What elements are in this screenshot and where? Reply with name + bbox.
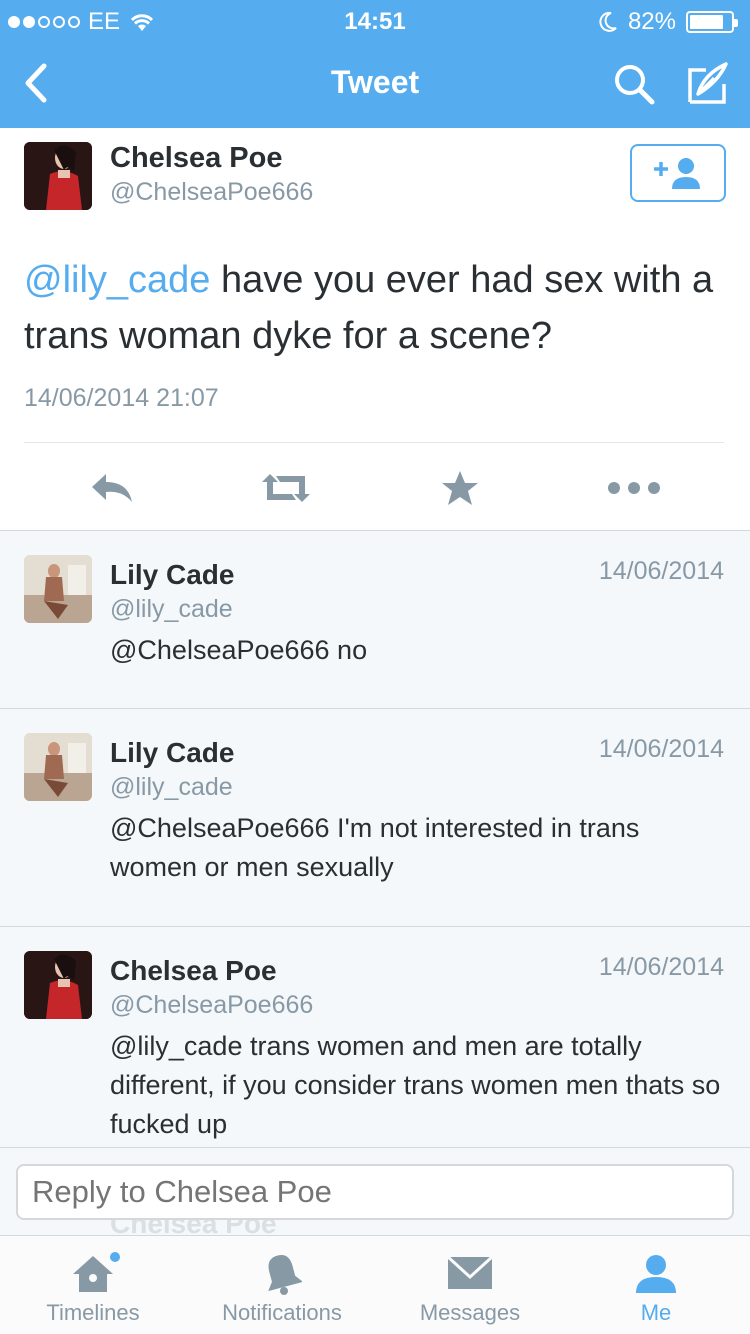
reply-button[interactable]	[82, 466, 142, 510]
avatar[interactable]	[24, 142, 92, 210]
reply-tweet[interactable]: Lily Cade @lily_cade 14/06/2014 @Chelsea…	[0, 709, 750, 927]
tweet-timestamp: 14/06/2014	[598, 735, 724, 763]
avatar-image	[24, 951, 92, 1019]
author-handle[interactable]: @lily_cade	[110, 595, 233, 624]
mention-link[interactable]: @lily_cade	[24, 259, 210, 301]
author-name[interactable]: Lily Cade	[110, 737, 234, 769]
reply-input[interactable]	[16, 1164, 734, 1220]
tweet-text: @lily_cade trans women and men are total…	[110, 1031, 721, 1139]
moon-icon	[599, 11, 617, 32]
follow-button[interactable]	[630, 144, 726, 202]
author-name[interactable]: Chelsea Poe	[110, 142, 282, 175]
battery-percent: 82%	[627, 8, 676, 35]
top-bar: EE 14:51 82% Tweet	[0, 0, 750, 128]
tab-bar: Timelines Notifications Messages Me	[0, 1235, 750, 1334]
status-bar: EE 14:51 82%	[0, 0, 750, 40]
tweet-text: @ChelseaPoe666 no	[110, 635, 368, 665]
tab-label: Messages	[419, 1300, 521, 1325]
reply-tweet[interactable]: Chelsea Poe @ChelseaPoe666 14/06/2014 @l…	[0, 927, 750, 1147]
retweet-button[interactable]	[256, 466, 316, 510]
main-tweet: Chelsea Poe @ChelseaPoe666 @lily_cade ha…	[0, 128, 750, 531]
tab-label: Me	[640, 1300, 672, 1325]
notification-dot	[110, 1252, 120, 1262]
search-icon[interactable]	[610, 60, 658, 108]
tweet-text: @lily_cade have you ever had sex with a …	[24, 252, 724, 364]
tweet-timestamp: 14/06/2014	[598, 557, 724, 585]
author-name[interactable]: Chelsea Poe	[110, 955, 277, 987]
avatar-image	[24, 555, 92, 623]
avatar[interactable]	[24, 951, 92, 1019]
tweet-timestamp: 14/06/2014 21:07	[24, 384, 219, 412]
divider	[24, 442, 724, 443]
tab-timelines[interactable]: Timelines	[40, 1236, 146, 1334]
tab-messages[interactable]: Messages	[410, 1236, 530, 1334]
reply-icon	[92, 474, 132, 502]
tweet-timestamp: 14/06/2014	[598, 953, 724, 981]
envelope-icon	[446, 1255, 494, 1289]
reply-tweet[interactable]: Lily Cade @lily_cade 14/06/2014 @Chelsea…	[0, 531, 750, 709]
author-name[interactable]: Lily Cade	[110, 559, 234, 591]
favorite-button[interactable]	[430, 466, 490, 510]
author-handle[interactable]: @ChelseaPoe666	[110, 991, 313, 1020]
battery-icon	[686, 11, 738, 33]
person-icon	[636, 1255, 676, 1293]
more-button[interactable]	[604, 466, 664, 510]
star-icon	[442, 471, 478, 505]
add-user-icon	[654, 158, 700, 189]
author-handle[interactable]: @lily_cade	[110, 773, 233, 802]
tab-me[interactable]: Me	[616, 1236, 696, 1334]
retweet-icon	[262, 474, 310, 502]
avatar[interactable]	[24, 733, 92, 801]
tab-notifications[interactable]: Notifications	[212, 1236, 352, 1334]
tweet-text: @ChelseaPoe666 I'm not interested in tra…	[110, 813, 640, 882]
compose-icon[interactable]	[684, 58, 732, 106]
avatar-image	[24, 733, 92, 801]
tweet-actions	[0, 458, 750, 518]
avatar-image	[24, 142, 92, 210]
avatar[interactable]	[24, 555, 92, 623]
more-icon	[608, 482, 660, 494]
tab-label: Notifications	[222, 1300, 342, 1325]
tab-label: Timelines	[46, 1300, 140, 1325]
author-handle[interactable]: @ChelseaPoe666	[110, 178, 313, 207]
bell-icon	[268, 1255, 302, 1295]
reply-bar: Chelsea Poe	[0, 1147, 750, 1235]
